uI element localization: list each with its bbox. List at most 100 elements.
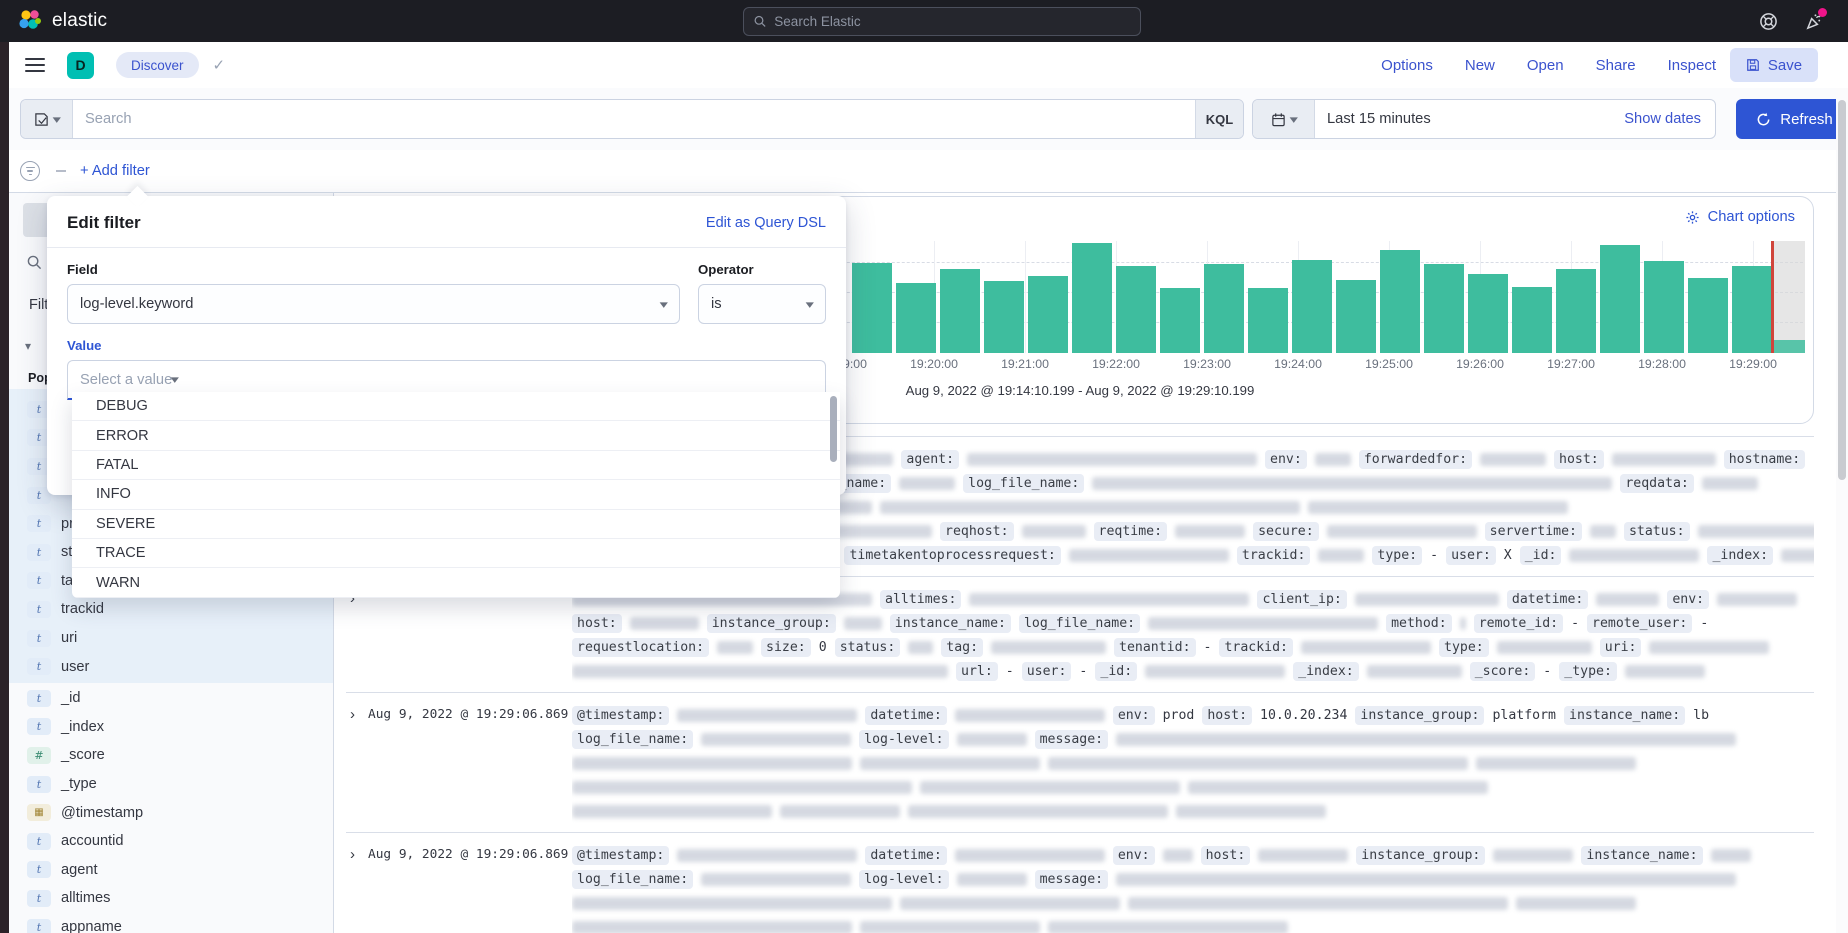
value-option-debug[interactable]: DEBUG <box>72 392 840 421</box>
chevron-down-icon: ▾ <box>171 373 179 386</box>
redacted-value <box>1145 665 1285 678</box>
histogram-bar <box>984 281 1024 353</box>
value-option-info[interactable]: INFO <box>72 480 840 509</box>
sidebar-field-_type[interactable]: t_type <box>9 770 334 799</box>
sidebar-field-uri[interactable]: turi <box>9 624 334 653</box>
value-option-error[interactable]: ERROR <box>72 421 840 450</box>
sidebar-field-accountid[interactable]: taccountid <box>9 827 334 856</box>
chart-options-button[interactable]: Chart options <box>1685 209 1795 225</box>
field-select[interactable]: log-level.keyword ▾ <box>67 284 680 324</box>
value-option-warn[interactable]: WARN <box>72 568 840 597</box>
filter-by-type-label[interactable]: Filt <box>29 297 48 313</box>
document-line: @timestamp:datetime:env:prodhost:10.0.20… <box>572 703 1814 727</box>
save-button[interactable]: Save <box>1730 48 1818 82</box>
field-chip: remote_user: <box>1587 614 1692 633</box>
field-chip: agent: <box>901 450 959 469</box>
field-chip: datetime: <box>1507 590 1588 609</box>
number-field-icon: # <box>27 747 51 764</box>
add-filter-link[interactable]: + Add filter <box>80 163 150 179</box>
field-chip: @timestamp: <box>572 846 669 865</box>
field-value: - <box>1813 452 1814 467</box>
sidebar-field-_id[interactable]: t_id <box>9 684 334 713</box>
expand-row-icon[interactable]: › <box>346 703 368 823</box>
operator-select[interactable]: is ▾ <box>698 284 826 324</box>
field-chip: log_file_name: <box>572 730 693 749</box>
options-scrollbar-thumb[interactable] <box>830 396 837 462</box>
sidebar-field-@timestamp[interactable]: ▦@timestamp <box>9 798 334 827</box>
field-chip: _score: <box>1470 662 1536 681</box>
table-row: ›Aug 9, 2022 @ 19:29:06.869@timestamp:da… <box>346 693 1814 833</box>
sidebar-field-agent[interactable]: tagent <box>9 856 334 885</box>
refresh-label: Refresh <box>1780 111 1833 128</box>
redacted-value <box>1188 781 1488 794</box>
field-chip: host: <box>1554 450 1604 469</box>
field-chip: instance_group: <box>1355 706 1484 725</box>
value-option-severe[interactable]: SEVERE <box>72 510 840 539</box>
field-value: X <box>1504 548 1512 563</box>
show-dates-link[interactable]: Show dates <box>1610 100 1715 138</box>
global-header: elastic <box>0 0 1848 42</box>
kibana-discover-screen: elastic D Discover ✓ OptionsNewOpenShare… <box>0 0 1848 933</box>
field-chip: type: <box>1372 546 1422 565</box>
edit-as-query-dsl-link[interactable]: Edit as Query DSL <box>706 215 826 231</box>
filter-icon[interactable] <box>20 161 40 181</box>
redacted-value <box>1516 897 1636 910</box>
text-field-icon: t <box>27 601 51 618</box>
document-line: @timestamp:datetime:env:host:instance_gr… <box>572 843 1814 867</box>
time-range-value[interactable]: Last 15 minutes <box>1315 100 1610 138</box>
value-option-fatal[interactable]: FATAL <box>72 451 840 480</box>
help-icon[interactable] <box>1758 11 1778 31</box>
space-badge[interactable]: D <box>67 52 94 79</box>
elastic-brand[interactable]: elastic <box>18 9 107 33</box>
sidebar-field-trackid[interactable]: ttrackid <box>9 595 334 624</box>
toolbar-link-open[interactable]: Open <box>1527 57 1564 74</box>
expand-row-icon[interactable]: › <box>346 843 368 933</box>
toolbar-link-inspect[interactable]: Inspect <box>1668 57 1716 74</box>
breadcrumb[interactable]: Discover <box>116 52 199 78</box>
field-label: st <box>61 544 72 560</box>
kql-badge[interactable]: KQL <box>1195 100 1243 138</box>
field-chip: forwardedfor: <box>1359 450 1472 469</box>
sidebar-field-user[interactable]: tuser <box>9 652 334 681</box>
operator-label: Operator <box>698 262 826 277</box>
toolbar-link-new[interactable]: New <box>1465 57 1495 74</box>
field-chip: instance_group: <box>1356 846 1485 865</box>
sidebar-field-_score[interactable]: #_score <box>9 741 334 770</box>
menu-icon[interactable] <box>25 58 45 72</box>
sidebar-field-appname[interactable]: tappname <box>9 913 334 933</box>
expand-row-icon[interactable]: › <box>346 587 368 683</box>
sidebar-field-_index[interactable]: t_index <box>9 713 334 742</box>
calendar-icon <box>1271 112 1286 127</box>
date-quick-menu-button[interactable]: ▾ <box>1253 100 1315 138</box>
search-input[interactable] <box>73 100 1195 138</box>
document-line <box>572 915 1814 933</box>
redacted-value <box>1116 873 1736 886</box>
refresh-button[interactable]: Refresh <box>1736 99 1848 139</box>
operator-select-value: is <box>711 296 807 312</box>
global-search[interactable] <box>743 7 1141 36</box>
news-feed-icon[interactable] <box>1804 11 1824 31</box>
filter-bar: + Add filter <box>9 150 1848 192</box>
redacted-value <box>1301 641 1431 654</box>
redacted-value <box>900 897 1120 910</box>
field-chip: log_file_name: <box>572 870 693 889</box>
section-chevron-icon[interactable]: ▾ <box>25 339 31 353</box>
redacted-value <box>1612 453 1716 466</box>
page-scrollbar-thumb[interactable] <box>1838 100 1846 480</box>
redacted-value <box>1163 849 1193 862</box>
saved-query-menu-button[interactable]: ▾ <box>21 100 73 138</box>
redacted-value <box>780 805 900 818</box>
partial-bucket-band <box>1771 241 1805 353</box>
sidebar-field-alltimes[interactable]: talltimes <box>9 884 334 913</box>
value-option-trace[interactable]: TRACE <box>72 539 840 568</box>
text-field-icon: t <box>27 544 51 561</box>
save-icon <box>1746 58 1760 72</box>
value-placeholder: Select a value <box>80 372 172 388</box>
redacted-value <box>1596 593 1659 606</box>
document-line: log_file_name:log-level:message: <box>572 867 1814 891</box>
field-chip: _type: <box>1559 662 1617 681</box>
field-search-icon[interactable] <box>27 255 42 270</box>
global-search-input[interactable] <box>774 14 1130 29</box>
toolbar-link-options[interactable]: Options <box>1381 57 1433 74</box>
toolbar-link-share[interactable]: Share <box>1596 57 1636 74</box>
